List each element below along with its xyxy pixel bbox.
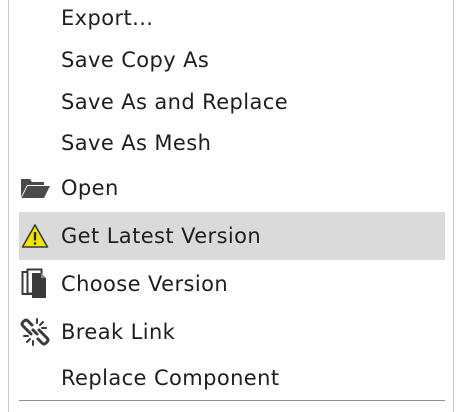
menu-item-break-link[interactable]: Break Link — [19, 314, 445, 350]
menu-item-label: Save As and Replace — [61, 90, 289, 114]
menu-item-save-copy-as[interactable]: Save Copy As — [19, 43, 445, 77]
warning-icon — [19, 220, 51, 252]
menu-item-open[interactable]: Open — [19, 170, 445, 206]
context-menu: Export... Save Copy As Save As and Repla… — [8, 0, 454, 412]
menu-item-label: Export... — [61, 6, 154, 30]
menu-item-label: Open — [61, 176, 119, 200]
menu-separator — [19, 400, 445, 401]
menu-item-export[interactable]: Export... — [19, 2, 445, 34]
broken-link-icon — [19, 316, 51, 348]
versions-icon — [19, 268, 51, 300]
menu-item-label: Save As Mesh — [61, 131, 212, 155]
menu-item-choose-version[interactable]: Choose Version — [19, 266, 445, 302]
folder-open-icon — [19, 172, 51, 204]
menu-item-label: Choose Version — [61, 272, 229, 296]
menu-item-replace-component[interactable]: Replace Component — [19, 362, 445, 394]
menu-item-save-as-and-replace[interactable]: Save As and Replace — [19, 85, 445, 119]
menu-item-label: Save Copy As — [61, 48, 210, 72]
menu-item-label: Replace Component — [61, 366, 280, 390]
menu-item-label: Get Latest Version — [61, 224, 262, 248]
menu-item-get-latest-version[interactable]: Get Latest Version — [19, 212, 445, 260]
menu-item-save-as-mesh[interactable]: Save As Mesh — [19, 126, 445, 160]
menu-item-label: Break Link — [61, 320, 176, 344]
